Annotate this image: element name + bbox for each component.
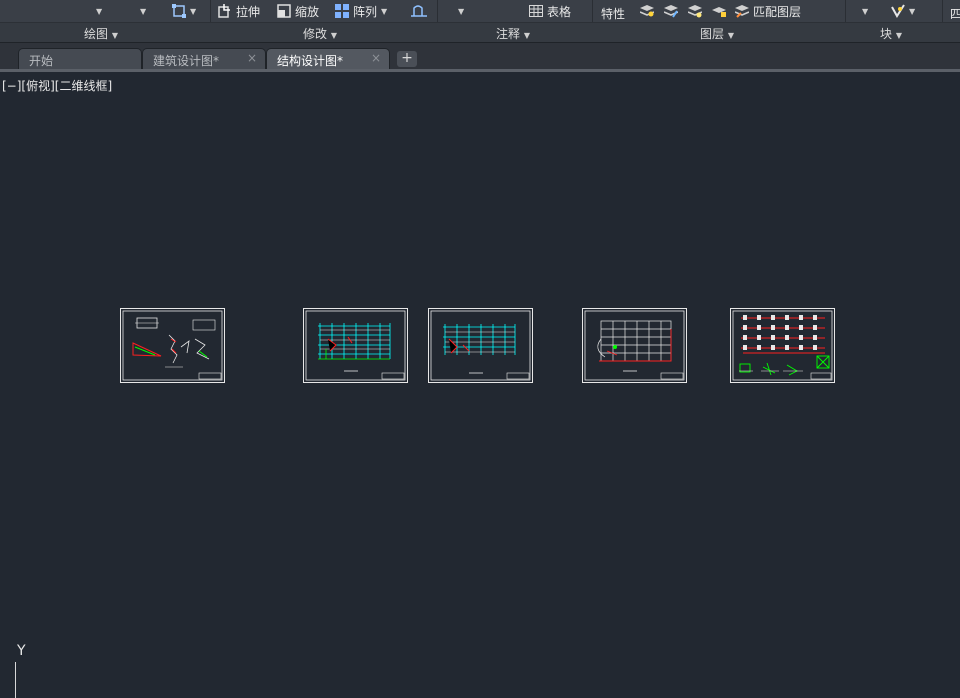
draw-dropdown-2[interactable]: ▼ <box>140 2 146 20</box>
ucs-y-axis-icon <box>15 662 16 698</box>
tab-label: 建筑设计图* <box>153 54 220 68</box>
array-label: 阵列 <box>353 4 378 19</box>
close-icon[interactable]: × <box>247 51 257 65</box>
properties-button[interactable]: 特性 <box>601 4 625 22</box>
scale-button[interactable]: 缩放 <box>277 2 319 20</box>
chevron-down-icon: ▼ <box>523 31 530 40</box>
annotate-panel-label: 注释 <box>496 27 521 41</box>
block-dropdown[interactable]: ▼ <box>862 2 868 20</box>
layer-lock-icon <box>712 4 726 18</box>
edit-polyline-button[interactable] <box>410 2 428 20</box>
tab-architectural-drawing[interactable]: 建筑设计图* × <box>142 48 266 70</box>
chevron-down-icon: ▼ <box>727 31 734 40</box>
chevron-down-icon: ▼ <box>111 31 118 40</box>
properties-label: 特性 <box>601 6 626 21</box>
draw-dropdown[interactable]: ▼ <box>96 2 102 20</box>
region-icon <box>172 4 186 18</box>
file-tab-bar: 开始 建筑设计图* × 结构设计图* × + <box>0 42 960 70</box>
polyline-edit-icon <box>410 4 428 18</box>
array-button[interactable]: 阵列 ▼ <box>335 2 387 20</box>
chevron-down-icon: ▼ <box>330 31 337 40</box>
annotate-dropdown[interactable]: ▼ <box>458 2 464 20</box>
draw-panel-label: 绘图 <box>84 27 109 41</box>
drawing-sheet-columns[interactable] <box>730 308 835 383</box>
layer-freeze-icon <box>688 4 702 18</box>
chevron-down-icon: ▼ <box>458 6 465 16</box>
drawing-sheet-plan-2[interactable] <box>428 308 533 383</box>
close-icon[interactable]: × <box>371 51 381 65</box>
layers-panel-label: 图层 <box>700 27 725 41</box>
match-layer-button[interactable]: 匹配图层 <box>735 2 801 20</box>
scale-label: 缩放 <box>295 4 320 19</box>
chevron-down-icon: ▼ <box>381 6 388 16</box>
table-button[interactable]: 表格 <box>529 2 571 20</box>
array-icon <box>335 4 349 18</box>
layer-freeze-button[interactable] <box>688 2 702 20</box>
sheet-thumbnail <box>122 310 223 381</box>
block-panel-title[interactable]: 块 ▼ <box>880 25 902 42</box>
block-edit-icon <box>891 4 905 18</box>
sheet-thumbnail <box>732 310 833 381</box>
tab-label: 结构设计图* <box>277 54 344 68</box>
layer-lock-button[interactable] <box>712 2 726 20</box>
match-layer-icon <box>735 4 749 18</box>
drawing-sheet-foundation[interactable] <box>582 308 687 383</box>
chevron-down-icon: ▼ <box>140 6 147 16</box>
stretch-icon <box>218 4 232 18</box>
next-panel-partial[interactable]: 四 <box>950 4 960 22</box>
block-panel-label: 块 <box>880 27 893 41</box>
chevron-down-icon: ▼ <box>862 6 869 16</box>
block-editor-button[interactable]: ▼ <box>891 2 915 20</box>
layer-isolate-button[interactable] <box>640 2 654 20</box>
ribbon-panel-labels: 绘图 ▼ 修改 ▼ 注释 ▼ 图层 ▼ 块 ▼ <box>0 22 960 42</box>
modify-panel-label: 修改 <box>303 27 328 41</box>
draw-panel-title[interactable]: 绘图 ▼ <box>84 25 118 42</box>
ribbon: ▼ ▼ ▼ 拉伸 缩放 阵列 ▼ ▼ 表格 特性 匹配图层 ▼ ▼ 四 绘图 ▼… <box>0 0 960 42</box>
layer-off-icon <box>664 4 678 18</box>
chevron-down-icon: ▼ <box>190 6 197 16</box>
sheet-thumbnail <box>430 310 531 381</box>
stretch-button[interactable]: 拉伸 <box>218 2 260 20</box>
tab-start[interactable]: 开始 <box>18 48 142 70</box>
sheet-thumbnail <box>305 310 406 381</box>
layers-panel-title[interactable]: 图层 ▼ <box>700 25 734 42</box>
chevron-down-icon: ▼ <box>909 6 916 16</box>
tab-structural-drawing[interactable]: 结构设计图* × <box>266 48 390 70</box>
stretch-label: 拉伸 <box>236 4 261 19</box>
tab-underline <box>0 69 960 72</box>
chevron-down-icon: ▼ <box>96 6 103 16</box>
match-layer-label: 匹配图层 <box>753 4 802 19</box>
scale-icon <box>277 4 291 18</box>
modify-panel-title[interactable]: 修改 ▼ <box>303 25 337 42</box>
region-tool[interactable]: ▼ <box>172 2 196 20</box>
sheet-thumbnail <box>584 310 685 381</box>
tab-label: 开始 <box>29 54 54 68</box>
drawing-sheet-details[interactable] <box>120 308 225 383</box>
annotate-panel-title[interactable]: 注释 ▼ <box>496 25 530 42</box>
ribbon-tools-row: ▼ ▼ ▼ 拉伸 缩放 阵列 ▼ ▼ 表格 特性 匹配图层 ▼ ▼ 四 <box>0 0 960 22</box>
table-label: 表格 <box>547 4 572 19</box>
ucs-y-axis-label: Y <box>17 643 26 659</box>
viewport-controls[interactable]: [−][俯视][二维线框] <box>2 77 112 94</box>
drawing-sheet-plan-1[interactable] <box>303 308 408 383</box>
layer-isolate-icon <box>640 4 654 18</box>
table-icon <box>529 4 543 18</box>
next-panel-partial-label: 四 <box>950 6 960 21</box>
chevron-down-icon: ▼ <box>895 31 902 40</box>
new-tab-button[interactable]: + <box>397 51 417 67</box>
layer-off-button[interactable] <box>664 2 678 20</box>
